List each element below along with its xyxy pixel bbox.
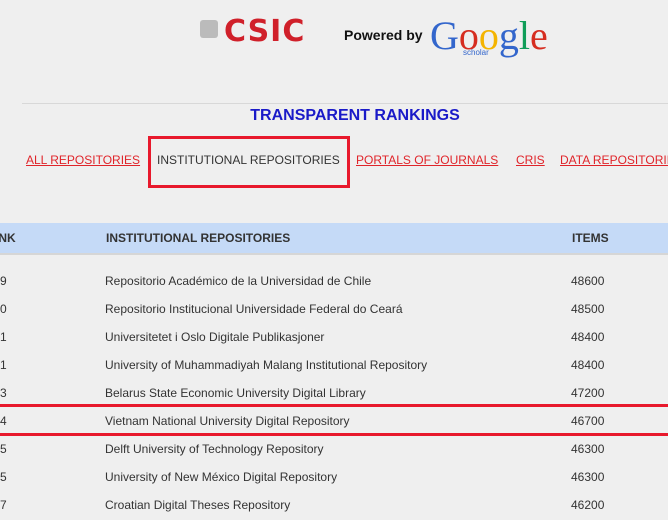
rank-cell: 0 (0, 302, 7, 316)
repository-name-cell[interactable]: Universitetet i Oslo Digitale Publikasjo… (105, 330, 324, 344)
rank-cell: 3 (0, 386, 7, 400)
repository-name-cell[interactable]: Delft University of Technology Repositor… (105, 442, 324, 456)
table-row: 5 Delft University of Technology Reposit… (0, 435, 668, 463)
repository-name-cell[interactable]: University of Muhammadiyah Malang Instit… (105, 358, 427, 372)
csic-logo[interactable]: CSIC (224, 14, 305, 49)
repository-name-cell[interactable]: University of New México Digital Reposit… (105, 470, 337, 484)
tab-cris[interactable]: CRIS (516, 153, 545, 167)
items-cell: 46700 (571, 414, 605, 428)
items-cell: 46300 (571, 442, 605, 456)
page-title: TRANSPARENT RANKINGS (250, 107, 460, 124)
rank-cell: 1 (0, 358, 7, 372)
table-row: 4 Vietnam National University Digital Re… (0, 407, 668, 435)
items-cell: 46200 (571, 498, 605, 512)
items-cell: 46300 (571, 470, 605, 484)
divider (22, 103, 668, 104)
table-row: 3 Belarus State Economic University Digi… (0, 379, 668, 407)
items-cell: 48400 (571, 330, 605, 344)
items-cell: 47200 (571, 386, 605, 400)
highlight-line-top (0, 404, 668, 407)
table-row: 7 Croatian Digital Theses Repository 462… (0, 491, 668, 519)
tab-all-repositories[interactable]: ALL REPOSITORIES (26, 153, 140, 167)
table-row: 5 University of New México Digital Repos… (0, 463, 668, 491)
header-name[interactable]: INSTITUTIONAL REPOSITORIES (106, 231, 290, 245)
repository-name-cell[interactable]: Repositorio Institucional Universidade F… (105, 302, 403, 316)
google-scholar-sub: scholar (463, 48, 489, 57)
rank-cell: 5 (0, 470, 7, 484)
highlight-box (148, 136, 350, 188)
items-cell: 48500 (571, 302, 605, 316)
repository-name-cell[interactable]: Vietnam National University Digital Repo… (105, 414, 350, 428)
table-row: 1 Universitetet i Oslo Digitale Publikas… (0, 323, 668, 351)
repository-name-cell[interactable]: Repositorio Académico de la Universidad … (105, 274, 371, 288)
table-header (0, 223, 668, 255)
highlight-line-bottom (0, 433, 668, 436)
rank-cell: 1 (0, 330, 7, 344)
items-cell: 48400 (571, 358, 605, 372)
csic-emblem-icon (200, 20, 218, 38)
table-row: 1 University of Muhammadiyah Malang Inst… (0, 351, 668, 379)
header-items[interactable]: ITEMS (572, 231, 609, 245)
rank-cell: 4 (0, 414, 7, 428)
repository-name-cell[interactable]: Belarus State Economic University Digita… (105, 386, 366, 400)
tab-data-repositories[interactable]: DATA REPOSITORIES (560, 153, 668, 167)
header-rank[interactable]: RANK (0, 231, 16, 245)
repository-name-cell[interactable]: Croatian Digital Theses Repository (105, 498, 290, 512)
table-row: 0 Repositorio Institucional Universidade… (0, 295, 668, 323)
items-cell: 48600 (571, 274, 605, 288)
rank-cell: 7 (0, 498, 7, 512)
rank-cell: 9 (0, 274, 7, 288)
powered-by-label: Powered by (344, 27, 423, 43)
table-row: 9 Repositorio Académico de la Universida… (0, 267, 668, 295)
rank-cell: 5 (0, 442, 7, 456)
tab-portals-of-journals[interactable]: PORTALS OF JOURNALS (356, 153, 498, 167)
